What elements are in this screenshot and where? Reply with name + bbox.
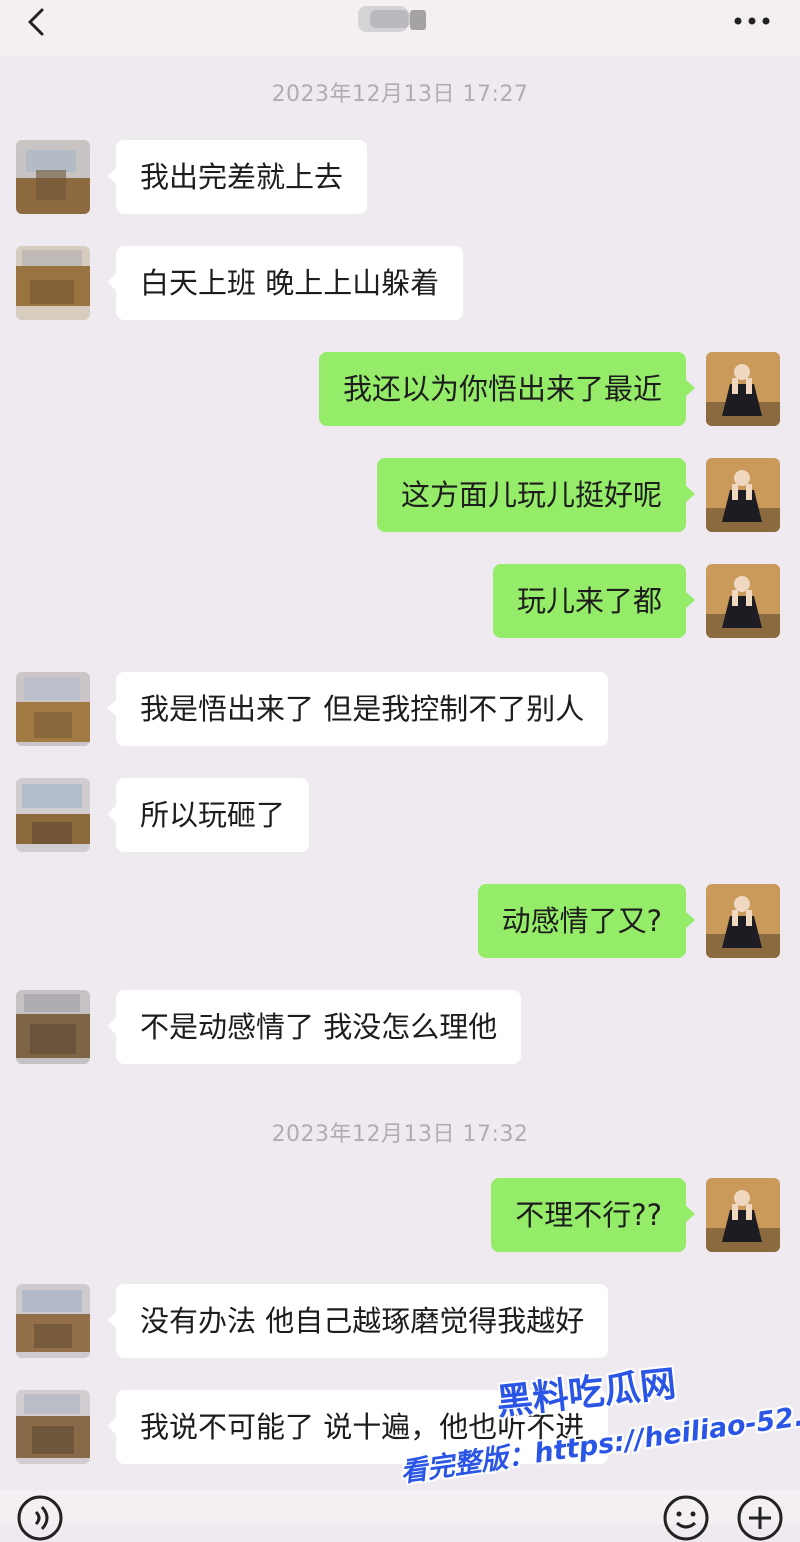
voice-icon[interactable] <box>16 1494 64 1542</box>
more-horizontal-icon[interactable] <box>732 16 772 26</box>
message-bubble[interactable]: 白天上班 晚上上山躲着 <box>106 246 464 320</box>
timestamp: 2023年12月13日 17:27 <box>271 82 529 107</box>
avatar-contact-blurred[interactable] <box>16 672 90 746</box>
message-bubble[interactable]: 动感情了又? <box>477 884 696 958</box>
avatar-contact-blurred[interactable] <box>16 246 90 320</box>
avatar-contact-blurred[interactable] <box>16 1390 90 1464</box>
avatar-self[interactable] <box>706 458 780 532</box>
avatar-contact-blurred[interactable] <box>16 140 90 214</box>
avatar-contact-blurred[interactable] <box>16 1284 90 1358</box>
top-bar <box>0 0 800 56</box>
avatar-self[interactable] <box>706 884 780 958</box>
message-bubble[interactable]: 不是动感情了 我没怎么理他 <box>106 990 522 1064</box>
message-bubble[interactable]: 我还以为你悟出来了最近 <box>318 352 696 426</box>
message-bubble[interactable]: 这方面儿玩儿挺好呢 <box>376 458 696 532</box>
message-bubble[interactable]: 我出完差就上去 <box>106 140 368 214</box>
message-bubble[interactable]: 我是悟出来了 但是我控制不了别人 <box>106 672 609 746</box>
avatar-contact-blurred[interactable] <box>16 778 90 852</box>
avatar-self[interactable] <box>706 352 780 426</box>
add-icon[interactable] <box>736 1494 784 1542</box>
avatar-self[interactable] <box>706 1178 780 1252</box>
timestamp: 2023年12月13日 17:32 <box>271 1122 529 1147</box>
contact-name-blurred <box>352 2 448 36</box>
chevron-left-icon[interactable] <box>22 6 54 38</box>
avatar-contact-blurred[interactable] <box>16 990 90 1064</box>
message-bubble[interactable]: 玩儿来了都 <box>492 564 696 638</box>
emoji-icon[interactable] <box>662 1494 710 1542</box>
message-bubble[interactable]: 不理不行?? <box>491 1178 695 1252</box>
message-bubble[interactable]: 所以玩砸了 <box>106 778 310 852</box>
message-bubble[interactable]: 没有办法 他自己越琢磨觉得我越好 <box>106 1284 609 1358</box>
avatar-self[interactable] <box>706 564 780 638</box>
input-bar <box>0 1490 800 1541</box>
